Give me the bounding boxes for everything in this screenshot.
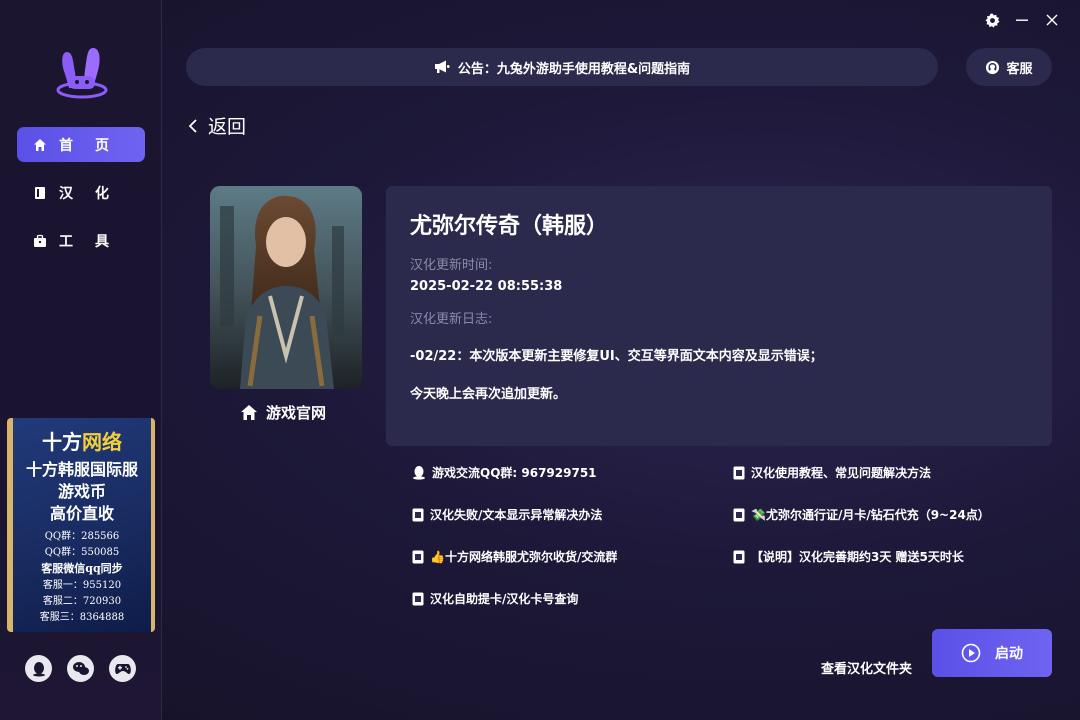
customer-service-button[interactable]: 客服 — [966, 48, 1052, 86]
wechat-icon[interactable] — [67, 655, 94, 682]
launch-button[interactable]: 启动 — [932, 629, 1052, 677]
official-site-link[interactable]: 游戏官网 — [240, 402, 326, 423]
book-icon — [33, 186, 47, 200]
headset-icon — [985, 60, 1000, 75]
link-tutorial[interactable]: 汉化使用教程、常见问题解决方法 — [733, 464, 931, 481]
nav-item-label: 汉化 — [59, 185, 131, 202]
ad-contacts: QQ群：285566 QQ群：550085 客服微信qq同步 客服一：95512… — [13, 529, 151, 626]
link-qq-group[interactable]: 游戏交流QQ群: 967929751 — [412, 464, 597, 481]
ad-qq1: QQ群：285566 — [44, 531, 120, 542]
document-icon — [733, 466, 745, 480]
document-icon — [412, 508, 424, 522]
link-label: 汉化自助提卡/汉化卡号查询 — [430, 592, 579, 606]
update-log-line: 今天晚上会再次追加更新。 — [410, 387, 567, 402]
chevron-left-icon — [188, 118, 198, 134]
ad-brand: 十方网络 — [13, 426, 151, 455]
qq-icon — [412, 465, 426, 480]
announcement-text: 公告：九兔外游助手使用教程&问题指南 — [457, 61, 691, 77]
game-title: 尤弥尔传奇（韩服） — [410, 214, 609, 239]
update-time-label: 汉化更新时间: — [410, 258, 493, 273]
social-links — [25, 655, 136, 682]
update-log-line: -02/22：本次版本更新主要修复UI、交互等界面文本内容及显示错误； — [410, 349, 823, 364]
link-trade-group[interactable]: 👍十方网络韩服尤弥尔收货/交流群 — [412, 548, 617, 565]
link-label: 汉化使用教程、常见问题解决方法 — [751, 466, 932, 480]
update-log-label: 汉化更新日志: — [410, 312, 493, 327]
customer-service-label: 客服 — [1006, 61, 1033, 77]
link-label: 汉化失败/文本显示异常解决办法 — [430, 508, 603, 522]
game-cover-image — [210, 186, 362, 389]
window-controls — [984, 12, 1060, 28]
update-time-value: 2025-02-22 08:55:38 — [410, 279, 563, 294]
link-label: 【说明】汉化完善期约3天 赠送5天时长 — [751, 550, 964, 564]
ad-cs2: 客服二：720930 — [42, 596, 122, 607]
megaphone-icon — [434, 60, 450, 74]
link-notice[interactable]: 【说明】汉化完善期约3天 赠送5天时长 — [733, 548, 964, 565]
nav-item-tools[interactable]: 工具 — [17, 223, 145, 258]
document-icon — [412, 592, 424, 606]
nav-item-label: 工具 — [59, 233, 131, 250]
link-topup[interactable]: 💸尤弥尔通行证/月卡/钻石代充（9~24点） — [733, 506, 990, 523]
minimize-icon[interactable] — [1014, 12, 1030, 28]
nav-item-home[interactable]: 首页 — [17, 127, 145, 162]
back-button[interactable]: 返回 — [188, 112, 246, 139]
update-log: -02/22：本次版本更新主要修复UI、交互等界面文本内容及显示错误； 今天晚上… — [410, 347, 1028, 405]
link-card-query[interactable]: 汉化自助提卡/汉化卡号查询 — [412, 590, 578, 607]
qq-icon[interactable] — [25, 655, 52, 682]
ad-line3: 高价直收 — [49, 504, 114, 523]
sidebar-nav: 首页 汉化 工具 — [17, 127, 145, 271]
nav-item-label: 首页 — [59, 137, 131, 154]
announcement-bar[interactable]: 公告：九兔外游助手使用教程&问题指南 — [186, 48, 938, 86]
ad-headline: 十方韩服国际服 游戏币 高价直收 — [13, 459, 151, 525]
sidebar: 首页 汉化 工具 十方网络 十方韩服国际服 游戏币 高价直收 QQ群：28556… — [0, 0, 162, 720]
ad-cs3: 客服三：8364888 — [39, 612, 125, 623]
launch-label: 启动 — [995, 646, 1023, 662]
toolbox-icon — [33, 234, 47, 248]
ad-brand-white: 十方 — [42, 430, 82, 454]
ad-line1: 十方韩服国际服 — [25, 460, 138, 479]
home-icon — [240, 404, 258, 421]
home-icon — [33, 138, 47, 152]
ad-cs1: 客服一：955120 — [42, 580, 122, 591]
official-site-label: 游戏官网 — [266, 404, 327, 422]
link-label: 👍十方网络韩服尤弥尔收货/交流群 — [430, 550, 618, 564]
document-icon — [412, 550, 424, 564]
gear-icon[interactable] — [984, 12, 1000, 28]
app-logo — [55, 46, 109, 100]
ad-line2: 游戏币 — [57, 482, 106, 501]
document-icon — [733, 508, 745, 522]
gamepad-icon[interactable] — [109, 655, 136, 682]
document-icon — [733, 550, 745, 564]
link-label: 💸尤弥尔通行证/月卡/钻石代充（9~24点） — [751, 508, 990, 522]
ad-brand-yellow: 网络 — [82, 430, 122, 454]
open-folder-link[interactable]: 查看汉化文件夹 — [821, 658, 912, 677]
link-fix-failure[interactable]: 汉化失败/文本显示异常解决办法 — [412, 506, 602, 523]
play-icon — [961, 643, 981, 663]
ad-wechat: 客服微信qq同步 — [41, 562, 123, 575]
back-label: 返回 — [208, 116, 247, 138]
ad-banner[interactable]: 十方网络 十方韩服国际服 游戏币 高价直收 QQ群：285566 QQ群：550… — [7, 418, 155, 632]
close-icon[interactable] — [1044, 12, 1060, 28]
nav-item-localization[interactable]: 汉化 — [17, 175, 145, 210]
link-label: 游戏交流QQ群: 967929751 — [432, 466, 597, 480]
ad-qq2: QQ群：550085 — [44, 547, 120, 558]
game-info-panel: 尤弥尔传奇（韩服） 汉化更新时间: 2025-02-22 08:55:38 汉化… — [386, 186, 1052, 446]
